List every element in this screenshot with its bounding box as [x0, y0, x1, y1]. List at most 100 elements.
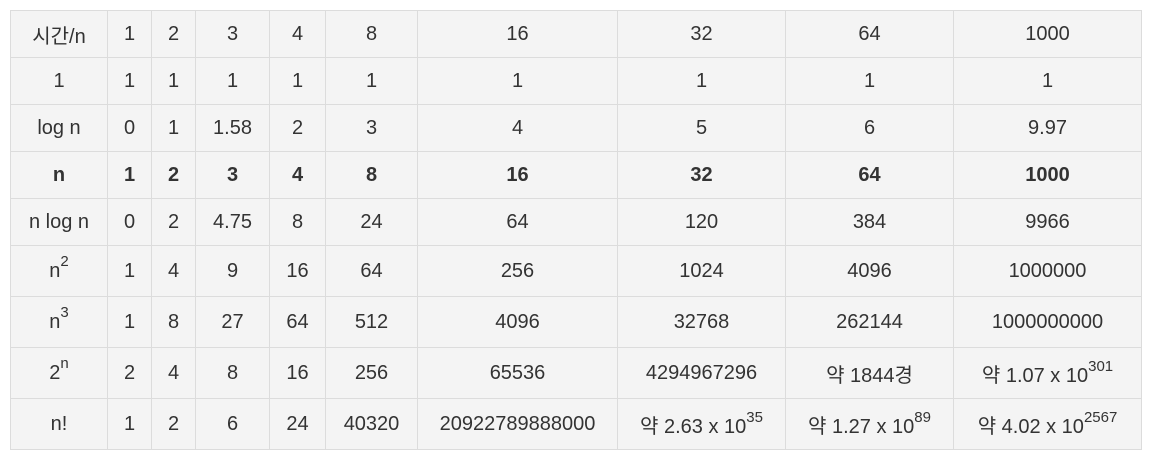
table-cell: 1	[107, 57, 152, 105]
cell-base: 약 2.63 x 10	[640, 415, 747, 438]
header-cell: 4	[269, 10, 326, 58]
table-cell: 9.97	[953, 104, 1142, 152]
header-row: 시간/n 1 2 3 4 8 16 32 64 1000	[10, 10, 1142, 58]
header-cell: 8	[325, 10, 418, 58]
table-cell: 약 2.63 x 1035	[617, 398, 786, 450]
complexity-table-wrapper: 시간/n 1 2 3 4 8 16 32 64 1000 1 1 1 1 1 1…	[10, 10, 1142, 450]
header-cell: 시간/n	[10, 10, 108, 58]
table-cell: 4	[151, 347, 196, 399]
table-cell: 1000	[953, 151, 1142, 199]
table-cell: 5	[617, 104, 786, 152]
table-cell: 32	[617, 151, 786, 199]
row-label: 2n	[10, 347, 108, 399]
table-cell: 1000000	[953, 245, 1142, 297]
row-label-exponent: 3	[60, 303, 69, 321]
table-cell: 1	[785, 57, 954, 105]
header-cell: 1	[107, 10, 152, 58]
table-cell: 64	[325, 245, 418, 297]
table-cell: 6	[195, 398, 270, 450]
table-cell: 8	[325, 151, 418, 199]
table-cell: 24	[269, 398, 326, 450]
table-cell: 0	[107, 198, 152, 246]
table-cell: 1	[269, 57, 326, 105]
table-row: n log n 0 2 4.75 8 24 64 120 384 9966	[10, 198, 1142, 246]
header-cell: 64	[785, 10, 954, 58]
table-cell: 65536	[417, 347, 618, 399]
table-cell: 262144	[785, 296, 954, 348]
table-cell: 9	[195, 245, 270, 297]
row-label: n	[10, 151, 108, 199]
table-cell: 2	[151, 151, 196, 199]
table-cell: 4294967296	[617, 347, 786, 399]
table-cell: 16	[269, 245, 326, 297]
row-label: log n	[10, 104, 108, 152]
table-cell: 64	[785, 151, 954, 199]
table-row-bold: n 1 2 3 4 8 16 32 64 1000	[10, 151, 1142, 199]
table-cell: 2	[107, 347, 152, 399]
row-label: n log n	[10, 198, 108, 246]
table-cell: 1024	[617, 245, 786, 297]
table-row: n2 1 4 9 16 64 256 1024 4096 1000000	[10, 245, 1142, 297]
table-cell: 3	[195, 151, 270, 199]
header-cell: 3	[195, 10, 270, 58]
row-label: n!	[10, 398, 108, 450]
table-cell: 256	[325, 347, 418, 399]
table-cell: 1	[107, 296, 152, 348]
table-cell: 4	[269, 151, 326, 199]
table-cell: 40320	[325, 398, 418, 450]
table-cell: 256	[417, 245, 618, 297]
table-cell: 2	[151, 198, 196, 246]
table-cell: 약 1844경	[785, 347, 954, 399]
cell-exponent: 2567	[1083, 408, 1118, 426]
table-row: 2n 2 4 8 16 256 65536 4294967296 약 1844경…	[10, 347, 1142, 399]
table-row: log n 0 1 1.58 2 3 4 5 6 9.97	[10, 104, 1142, 152]
table-cell: 64	[269, 296, 326, 348]
table-cell: 약 4.02 x 102567	[953, 398, 1142, 450]
table-row: n! 1 2 6 24 40320 20922789888000 약 2.63 …	[10, 398, 1142, 450]
row-label-base: 2	[49, 361, 61, 384]
table-cell: 4096	[417, 296, 618, 348]
table-cell: 2	[151, 398, 196, 450]
row-label: n3	[10, 296, 108, 348]
table-cell: 20922789888000	[417, 398, 618, 450]
table-cell: 0	[107, 104, 152, 152]
table-cell: 8	[269, 198, 326, 246]
table-cell: 1000000000	[953, 296, 1142, 348]
table-cell: 27	[195, 296, 270, 348]
header-cell: 2	[151, 10, 196, 58]
row-label: 1	[10, 57, 108, 105]
table-cell: 약 1.27 x 1089	[785, 398, 954, 450]
table-cell: 120	[617, 198, 786, 246]
row-label-base: n	[49, 259, 61, 282]
table-cell: 16	[269, 347, 326, 399]
table-cell: 1	[325, 57, 418, 105]
complexity-table: 시간/n 1 2 3 4 8 16 32 64 1000 1 1 1 1 1 1…	[10, 10, 1142, 450]
cell-exponent: 301	[1088, 357, 1114, 375]
table-cell: 4096	[785, 245, 954, 297]
table-cell: 64	[417, 198, 618, 246]
cell-base: 약 4.02 x 10	[977, 415, 1084, 438]
header-cell: 32	[617, 10, 786, 58]
table-cell: 512	[325, 296, 418, 348]
cell-base: 약 1.07 x 10	[981, 364, 1089, 387]
row-label: n2	[10, 245, 108, 297]
table-cell: 1	[417, 57, 618, 105]
table-cell: 1	[195, 57, 270, 105]
table-row: n3 1 8 27 64 512 4096 32768 262144 10000…	[10, 296, 1142, 348]
table-cell: 1	[107, 398, 152, 450]
table-cell: 1.58	[195, 104, 270, 152]
table-cell: 4	[151, 245, 196, 297]
table-cell: 1	[617, 57, 786, 105]
table-cell: 4.75	[195, 198, 270, 246]
cell-base: 약 1.27 x 10	[808, 415, 915, 438]
table-cell: 8	[151, 296, 196, 348]
table-row: 1 1 1 1 1 1 1 1 1 1	[10, 57, 1142, 105]
table-cell: 2	[269, 104, 326, 152]
table-cell: 1	[107, 151, 152, 199]
row-label-base: n	[49, 310, 61, 333]
header-cell: 16	[417, 10, 618, 58]
table-cell: 9966	[953, 198, 1142, 246]
table-cell: 32768	[617, 296, 786, 348]
header-cell: 1000	[953, 10, 1142, 58]
table-cell: 약 1.07 x 10301	[953, 347, 1142, 399]
